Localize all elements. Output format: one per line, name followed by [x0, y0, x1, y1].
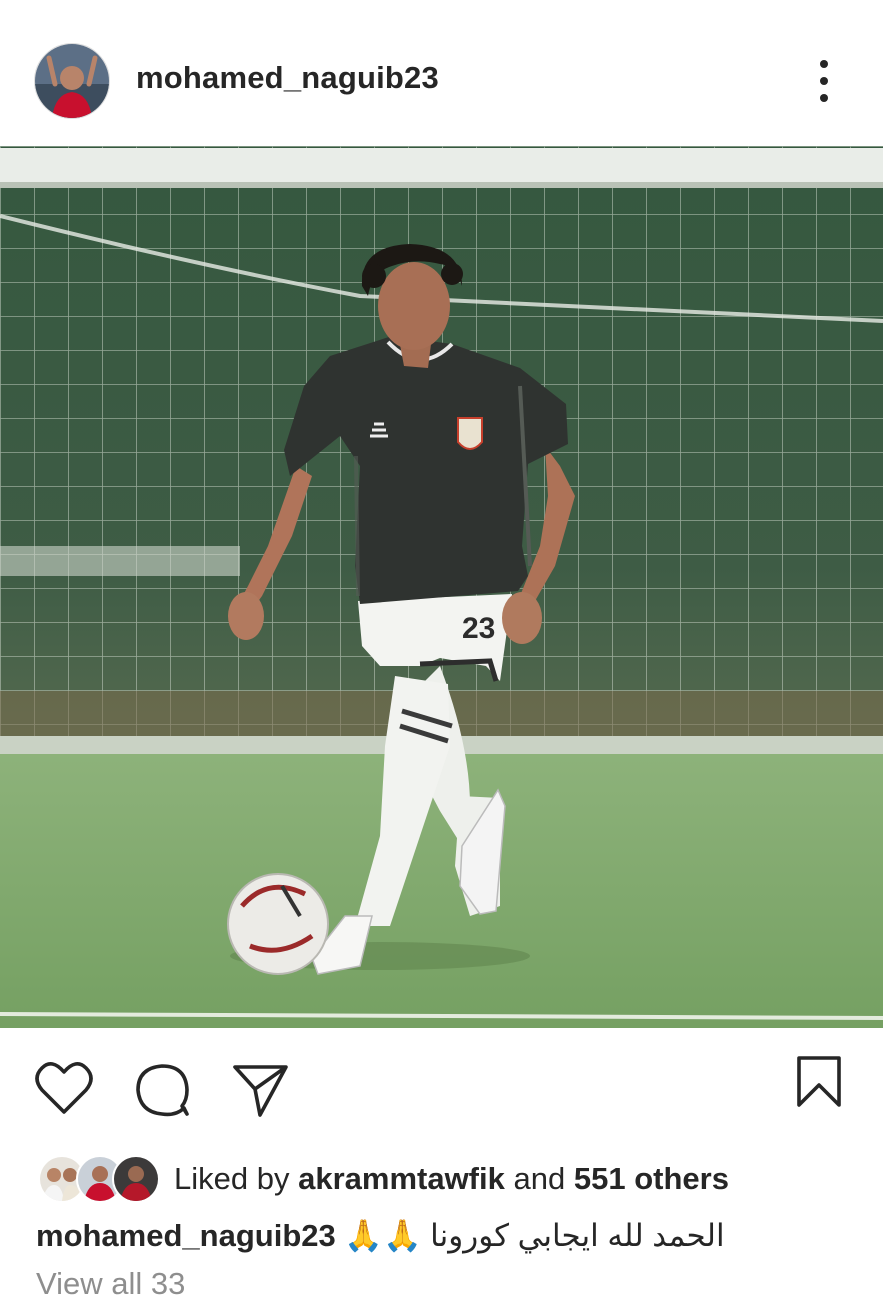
- jersey-number: 23: [462, 612, 495, 645]
- profile-avatar[interactable]: [34, 43, 110, 119]
- likes-others[interactable]: 551 others: [574, 1161, 729, 1196]
- post-actions: [0, 1028, 883, 1158]
- likes-prefix: Liked by: [174, 1161, 290, 1196]
- likes-summary[interactable]: Liked by akrammtawfik and 551 others: [174, 1161, 729, 1197]
- share-button[interactable]: [232, 1062, 290, 1123]
- view-comments-link[interactable]: View all 33: [36, 1266, 185, 1302]
- bookmark-icon: [797, 1056, 841, 1107]
- save-button[interactable]: [795, 1055, 843, 1114]
- like-button[interactable]: [34, 1060, 94, 1121]
- caption-text: الحمد لله ايجابي كورونا 🙏🙏: [344, 1218, 725, 1253]
- more-vertical-icon: [820, 60, 828, 102]
- liker-avatars[interactable]: [38, 1155, 160, 1203]
- comment-button[interactable]: [134, 1062, 192, 1123]
- caption-username[interactable]: mohamed_naguib23: [36, 1218, 336, 1253]
- post-username[interactable]: mohamed_naguib23: [136, 60, 439, 96]
- heart-icon: [35, 1062, 93, 1114]
- liker-avatar: [112, 1155, 160, 1203]
- post-photo[interactable]: 23: [0, 146, 883, 1028]
- liked-by-user[interactable]: akrammtawfik: [298, 1161, 505, 1196]
- post-header: mohamed_naguib23: [0, 0, 883, 146]
- send-icon: [233, 1065, 288, 1117]
- more-options-button[interactable]: [808, 56, 840, 106]
- comment-icon: [136, 1064, 189, 1117]
- post-caption: mohamed_naguib23 الحمد لله ايجابي كورونا…: [36, 1217, 725, 1254]
- likes-connector: and: [513, 1161, 566, 1196]
